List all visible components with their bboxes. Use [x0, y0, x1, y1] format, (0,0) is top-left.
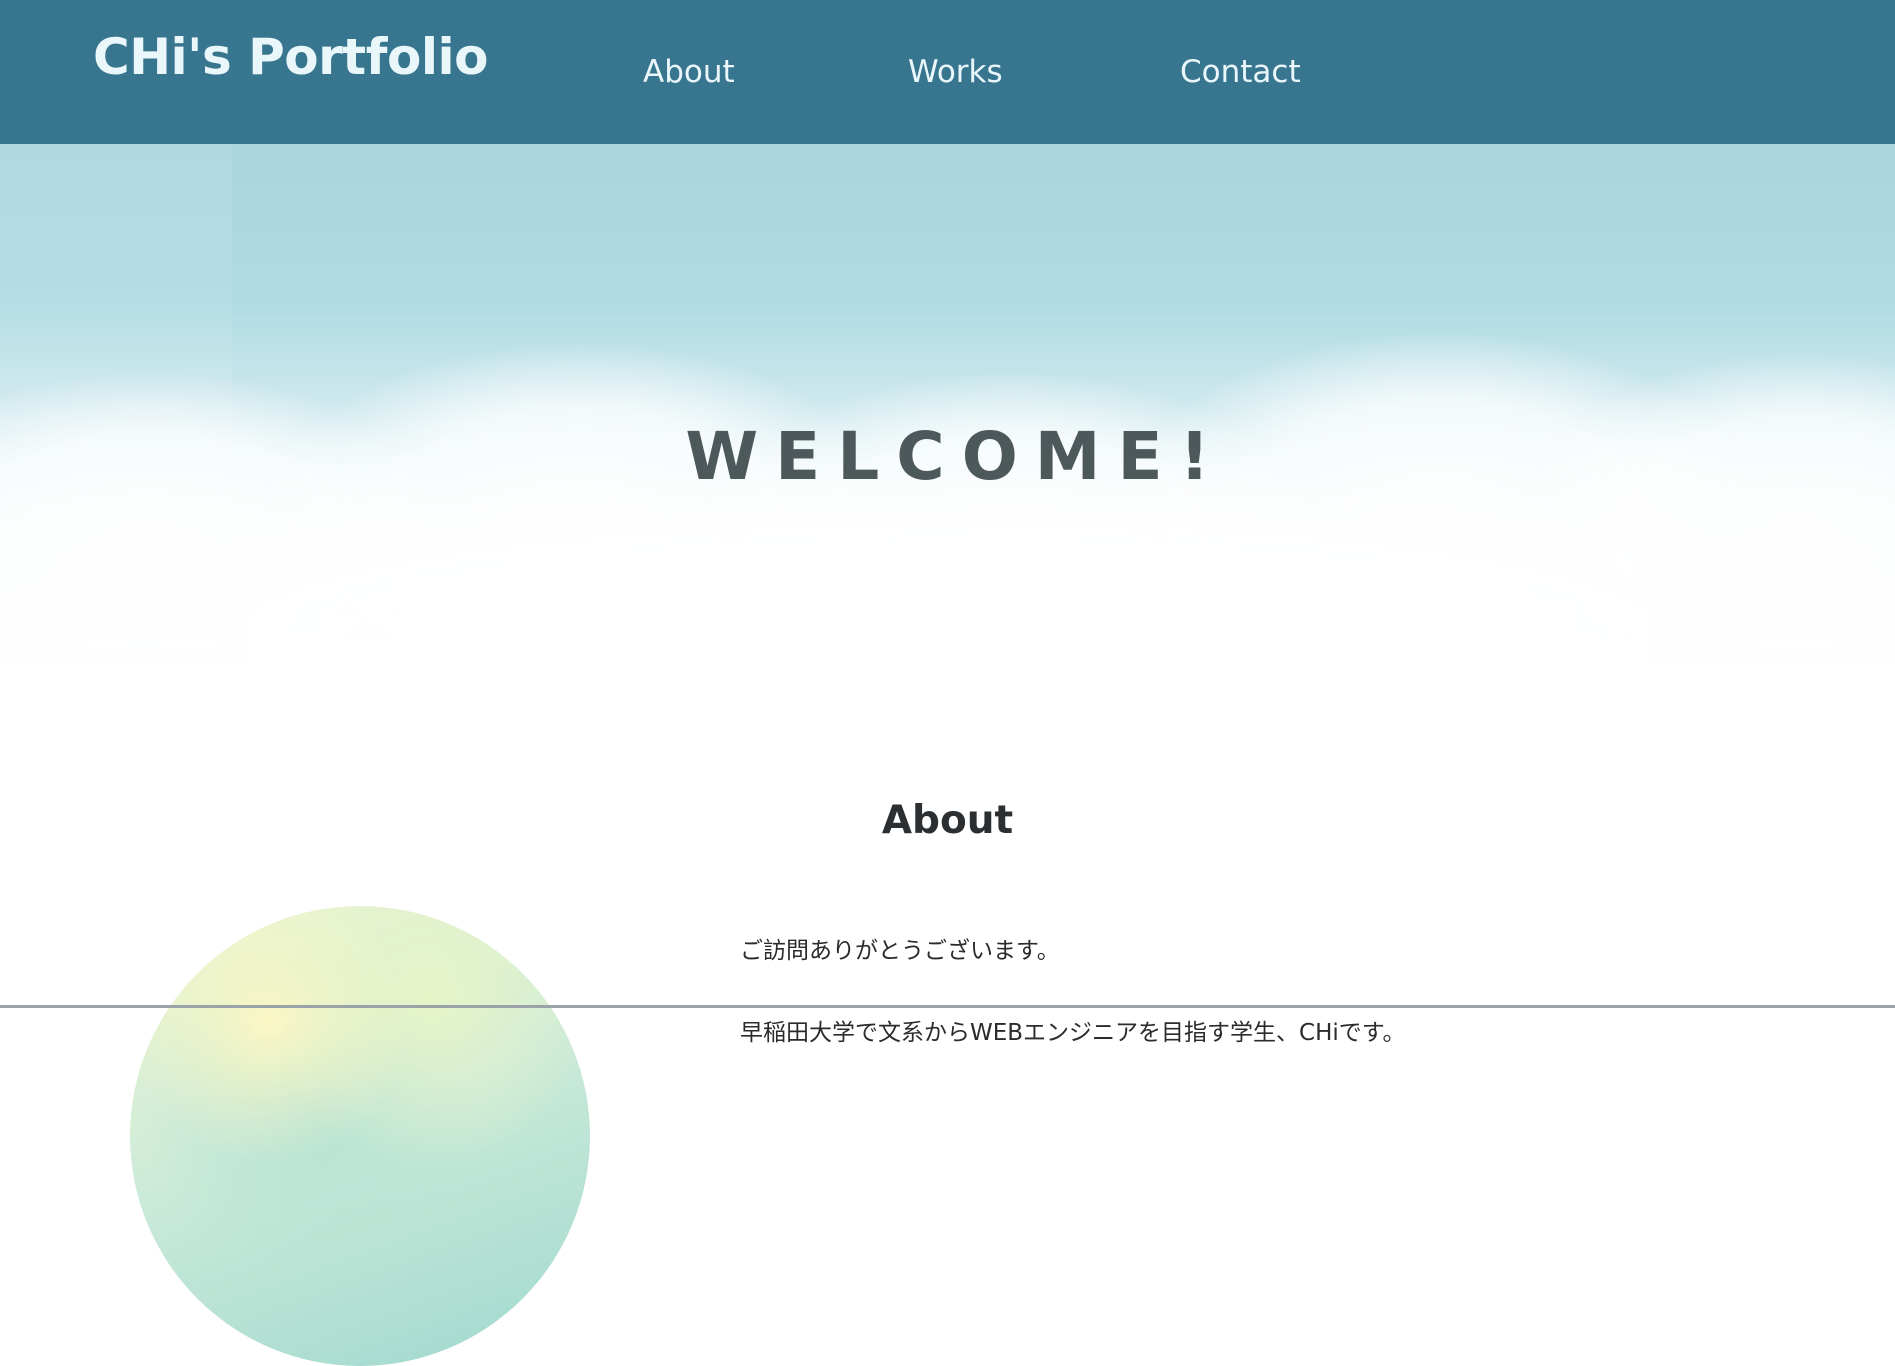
profile-avatar-image [130, 906, 590, 1366]
nav-works-link[interactable]: Works [908, 54, 1003, 90]
hero-title: WELCOME! [685, 418, 1227, 496]
about-heading: About [881, 798, 1014, 844]
hero-banner: WELCOME! [0, 144, 1895, 669]
site-header: CHi's Portfolio About Works Contact [0, 0, 1895, 144]
nav-contact-link[interactable]: Contact [1180, 54, 1301, 90]
hero-left-overlay [0, 144, 232, 669]
about-paragraph: 早稲田大学で文系からWEBエンジニアを目指す学生、CHiです。 [740, 1020, 1406, 1046]
nav-about-link[interactable]: About [643, 54, 735, 90]
about-paragraph: ご訪問ありがとうございます。 [740, 938, 1060, 964]
site-logo-link[interactable]: CHi's Portfolio [93, 28, 488, 86]
